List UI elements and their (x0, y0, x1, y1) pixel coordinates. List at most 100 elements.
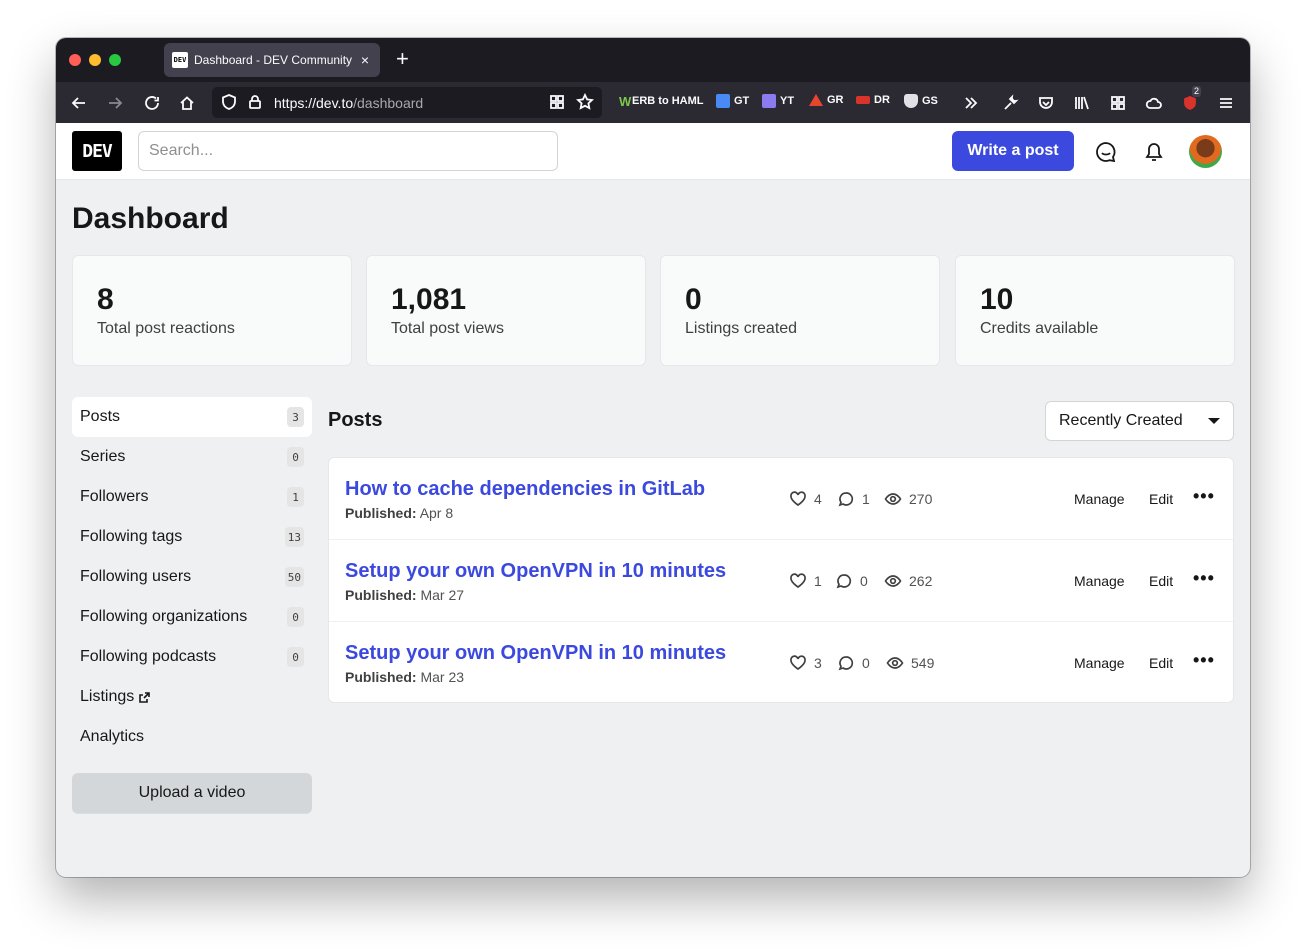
url-bar[interactable]: https://dev.to/dashboard (212, 87, 602, 118)
bookmark-yt[interactable]: YT (762, 94, 794, 108)
count-badge: 0 (287, 647, 304, 667)
manage-link[interactable]: Manage (1074, 573, 1125, 589)
heart-icon (790, 655, 806, 671)
close-window-button[interactable] (69, 54, 81, 66)
sidebar-item-analytics[interactable]: Analytics (72, 717, 312, 757)
stat-value: 8 (97, 283, 114, 316)
forward-arrow-icon[interactable] (104, 92, 126, 114)
manage-link[interactable]: Manage (1074, 491, 1125, 507)
bell-icon[interactable] (1141, 139, 1167, 165)
sidebar-item-label: Analytics (80, 728, 145, 745)
published-date: Apr 8 (419, 505, 454, 521)
post-title-link[interactable]: Setup your own OpenVPN in 10 minutes (345, 560, 726, 583)
stat-card-listings: 0 Listings created (660, 255, 940, 366)
url-text[interactable]: https://dev.to/dashboard (274, 95, 423, 111)
more-options-icon[interactable]: ••• (1193, 486, 1215, 507)
bookmark-star-icon[interactable] (574, 91, 596, 113)
post-date: Published: Apr 8 (345, 505, 453, 521)
bookmark-erb-to-haml[interactable]: W ERB to HAML (619, 94, 704, 109)
post-title-link[interactable]: How to cache dependencies in GitLab (345, 478, 705, 501)
chat-bubble-icon[interactable] (1093, 139, 1119, 165)
chevron-double-right-icon[interactable] (960, 92, 982, 114)
comments-count: 0 (862, 655, 870, 671)
stat-label: Total post reactions (97, 320, 235, 337)
bookmark-dr[interactable]: DR (856, 94, 890, 106)
post-row: How to cache dependencies in GitLab Publ… (329, 458, 1233, 540)
comments-stat: 0 (835, 572, 868, 590)
views-stat: 549 (886, 654, 934, 672)
browser-tab[interactable]: DEV Dashboard - DEV Community 📱 × (164, 43, 380, 77)
new-tab-icon[interactable]: + (396, 48, 409, 70)
back-arrow-icon[interactable] (68, 92, 90, 114)
search-input[interactable] (138, 131, 558, 171)
comment-icon (838, 656, 854, 671)
extension-badge: 2 (1192, 86, 1202, 97)
sidebar-item-listings[interactable]: Listings (72, 677, 312, 717)
count-badge: 13 (284, 527, 304, 547)
site-header: DEV Write a post (56, 123, 1250, 180)
pocket-icon[interactable] (1035, 92, 1057, 114)
external-link-icon (138, 691, 151, 704)
cloud-icon[interactable] (1143, 92, 1165, 114)
edit-link[interactable]: Edit (1149, 491, 1173, 507)
dev-logo[interactable]: DEV (72, 131, 122, 171)
edit-link[interactable]: Edit (1149, 573, 1173, 589)
bookmark-gt[interactable]: GT (716, 94, 749, 108)
post-title-link[interactable]: Setup your own OpenVPN in 10 minutes (345, 642, 726, 665)
more-options-icon[interactable]: ••• (1193, 650, 1215, 671)
stat-value: 1,081 (391, 283, 467, 316)
posts-heading: Posts (328, 409, 383, 431)
bookmark-label: GT (734, 95, 750, 107)
minimize-window-button[interactable] (89, 54, 101, 66)
extensions-grid-icon[interactable] (1107, 92, 1129, 114)
stat-value: 0 (685, 283, 702, 316)
comments-count: 0 (860, 573, 868, 589)
bookmark-label: DR (874, 94, 890, 106)
sidebar-item-label: Followers (80, 488, 149, 505)
tracking-shield-icon[interactable] (218, 91, 240, 113)
ublock-shield-icon[interactable]: 2 (1179, 86, 1202, 114)
upload-video-button[interactable]: Upload a video (72, 773, 312, 813)
tab-close-icon[interactable]: × (358, 52, 372, 68)
sidebar-item-following-users[interactable]: Following users 50 (72, 557, 312, 597)
zoom-window-button[interactable] (109, 54, 121, 66)
reload-icon[interactable] (141, 92, 163, 114)
reactions-count: 1 (814, 573, 822, 589)
sort-select[interactable]: Recently Created (1045, 401, 1234, 441)
eye-icon (884, 493, 902, 505)
sidebar-item-following-tags[interactable]: Following tags 13 (72, 517, 312, 557)
post-row: Setup your own OpenVPN in 10 minutes Pub… (329, 622, 1233, 704)
sidebar-item-label: Posts (80, 408, 121, 425)
sidebar-item-following-podcasts[interactable]: Following podcasts 0 (72, 637, 312, 677)
more-options-icon[interactable]: ••• (1193, 568, 1215, 589)
sidebar-item-series[interactable]: Series 0 (72, 437, 312, 477)
comment-icon (836, 574, 852, 589)
hamburger-menu-icon[interactable] (1215, 92, 1237, 114)
comments-count: 1 (862, 491, 870, 507)
sidebar-item-followers[interactable]: Followers 1 (72, 477, 312, 517)
dev-favicon-icon: DEV (172, 52, 188, 68)
write-post-button[interactable]: Write a post (952, 131, 1074, 171)
sidebar-item-posts[interactable]: Posts 3 (72, 397, 312, 437)
page-title: Dashboard (72, 202, 229, 235)
views-stat: 270 (884, 490, 932, 508)
sidebar-item-following-organizations[interactable]: Following organizations 0 (72, 597, 312, 637)
sidebar-item-label: Following podcasts (80, 648, 217, 665)
home-icon[interactable] (176, 92, 198, 114)
count-badge: 0 (287, 607, 304, 627)
lock-icon[interactable] (244, 91, 266, 113)
heart-icon (790, 573, 806, 589)
library-icon[interactable] (1071, 92, 1093, 114)
edit-link[interactable]: Edit (1149, 655, 1173, 671)
bookmark-gs[interactable]: GS (904, 94, 938, 108)
comments-stat: 0 (837, 654, 870, 672)
w-icon: W (619, 94, 632, 109)
views-count: 270 (909, 491, 933, 507)
qr-grid-icon[interactable] (546, 91, 568, 113)
browser-window: DEV Dashboard - DEV Community 📱 × + http… (56, 38, 1250, 877)
avatar[interactable] (1189, 135, 1222, 168)
manage-link[interactable]: Manage (1074, 655, 1125, 671)
wrench-icon[interactable] (999, 92, 1021, 114)
eye-icon (884, 575, 902, 587)
bookmark-gr[interactable]: GR (809, 94, 844, 106)
